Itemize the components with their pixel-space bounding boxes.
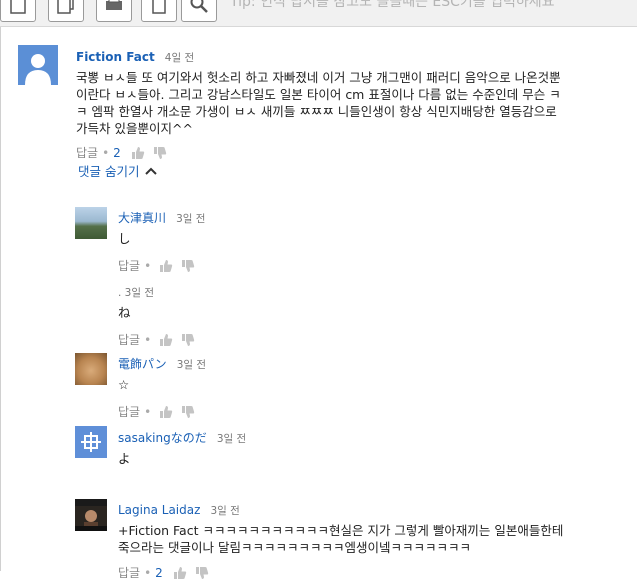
reply-text: ね (118, 305, 131, 320)
print-button[interactable] (96, 0, 132, 22)
search-button[interactable] (181, 0, 217, 22)
reply-text-line: 죽으라는 댓글이나 달림ㅋㅋㅋㅋㅋㅋㅋㅋㅋ엠생이넼ㅋㅋㅋㅋㅋㅋㅋ (118, 540, 471, 555)
clipboard-icon (152, 0, 166, 14)
reply-button[interactable]: 답글 (118, 403, 140, 420)
reply-time[interactable]: 3일 전 (211, 505, 240, 517)
pattern-icon (81, 432, 101, 452)
reply-text: し (118, 231, 131, 246)
reply: sasakingなのだ 3일 전 よ (118, 427, 628, 467)
comment-author[interactable]: Fiction Fact (76, 50, 155, 64)
like-count: 2 (113, 145, 121, 160)
thumbs-up-icon (173, 566, 186, 579)
reply-button[interactable]: 답글 (76, 144, 98, 161)
comment-panel-border (0, 27, 1, 571)
like-button[interactable] (159, 333, 173, 347)
reply: Lagina Laidaz 3일 전 +Fiction Fact ㅋㅋㅋㅋㅋㅋㅋ… (118, 499, 628, 581)
reply-text-line: +Fiction Fact ㅋㅋㅋㅋㅋㅋㅋㅋㅋㅋㅋ현실은 지가 그렇게 빨아재끼… (118, 523, 564, 538)
thumbs-down-icon (182, 405, 195, 418)
dislike-button[interactable] (153, 146, 167, 160)
comment-text-line: ㅋ 엠팍 한열사 개소문 가생이 ㅂㅅ 새끼들 ㅉㅉㅉ 니들인생이 항상 식민지… (76, 104, 557, 119)
hide-replies-toggle[interactable]: 댓글 숨기기 (78, 161, 158, 180)
reply-author[interactable]: 大津真川 (118, 211, 166, 225)
thumbs-down-icon (182, 259, 195, 272)
reply-author[interactable]: Lagina Laidaz (118, 503, 200, 517)
reply-button[interactable]: 답글 (118, 257, 140, 274)
reply-text: よ (118, 451, 131, 466)
dislike-button[interactable] (181, 333, 195, 347)
thumbs-up-icon (160, 333, 173, 346)
comment-text: 국뽕 ㅂㅅ들 또 여기와서 헛소리 하고 자빠졌네 이거 그냥 개그맨이 패러디… (76, 69, 631, 137)
reply-button[interactable]: 답글 (118, 331, 140, 348)
document-icon (10, 0, 26, 14)
reply-text: ☆ (118, 377, 130, 392)
reply-actions: 답글 • 2 (118, 564, 628, 581)
chevron-up-icon (145, 167, 158, 175)
dislike-button[interactable] (181, 405, 195, 419)
separator-dot: • (144, 404, 152, 419)
person-image-icon (75, 499, 107, 531)
comment-time[interactable]: 4일 전 (165, 52, 194, 64)
attach-button[interactable] (141, 0, 177, 22)
thumbs-down-icon (153, 146, 166, 159)
reply-time[interactable]: 3일 전 (177, 359, 206, 371)
reply-author[interactable]: 電飾パン (118, 357, 167, 371)
like-count: 2 (155, 565, 163, 580)
thumbs-up-icon (160, 405, 173, 418)
hide-replies-label: 댓글 숨기기 (78, 164, 140, 179)
avatar-meme[interactable] (75, 499, 107, 531)
separator-dot: • (144, 332, 152, 347)
editor-toolbar: Tip: 인식 답서를 참고도 쓸을때는 ESC키를 입력하세요 (0, 0, 637, 27)
avatar-landscape[interactable] (75, 207, 107, 239)
separator-dot: • (144, 258, 152, 273)
reply-time[interactable]: . 3일 전 (118, 287, 154, 299)
like-button[interactable] (159, 259, 173, 273)
reply: 電飾パン 3일 전 ☆ 답글 • (118, 353, 628, 420)
new-document-button[interactable] (0, 0, 36, 22)
thumbs-up-icon (160, 259, 173, 272)
thumbs-up-icon (131, 146, 144, 159)
dislike-button[interactable] (181, 259, 195, 273)
thumbs-down-icon (195, 566, 208, 579)
reply-button[interactable]: 답글 (118, 564, 140, 581)
avatar-teddy-bear[interactable] (75, 353, 107, 385)
reply-text: +Fiction Fact ㅋㅋㅋㅋㅋㅋㅋㅋㅋㅋㅋ현실은 지가 그렇게 빨아재끼… (118, 522, 628, 556)
comment-actions: 답글 • 2 (76, 144, 631, 161)
copy-button[interactable] (48, 0, 84, 22)
printer-icon (106, 0, 122, 10)
separator-dot: • (144, 565, 152, 580)
reply-time[interactable]: 3일 전 (217, 433, 246, 445)
like-button[interactable] (173, 566, 187, 580)
reply-actions: 답글 • (118, 331, 628, 348)
reply-time[interactable]: 3일 전 (176, 213, 205, 225)
copy-icon (57, 0, 74, 14)
separator-dot: • (102, 145, 110, 160)
comment-text-line: 가득차 있을뿐이지^^ (76, 121, 193, 136)
reply-actions: 답글 • (118, 403, 628, 420)
toolbar-hint: Tip: 인식 답서를 참고도 쓸을때는 ESC키를 입력하세요 (230, 0, 555, 10)
avatar-default-pattern[interactable] (75, 426, 107, 458)
avatar-default[interactable] (18, 45, 58, 85)
dislike-button[interactable] (195, 566, 209, 580)
reply: 大津真川 3일 전 し 답글 • (118, 207, 628, 274)
like-button[interactable] (159, 405, 173, 419)
search-icon (190, 0, 208, 13)
thumbs-down-icon (182, 333, 195, 346)
reply: . 3일 전 ね 답글 • (118, 281, 628, 348)
comment: Fiction Fact 4일 전 국뽕 ㅂㅅ들 또 여기와서 헛소리 하고 자… (76, 46, 631, 161)
user-icon (25, 54, 51, 85)
reply-author[interactable]: sasakingなのだ (118, 431, 207, 445)
comment-text-line: 이란다 ㅂㅅ들아. 그리고 강남스타일도 일본 타이어 cm 표절이나 다름 없… (76, 87, 561, 102)
like-button[interactable] (131, 146, 145, 160)
comment-text-line: 국뽕 ㅂㅅ들 또 여기와서 헛소리 하고 자빠졌네 이거 그냥 개그맨이 패러디… (76, 70, 561, 85)
reply-actions: 답글 • (118, 257, 628, 274)
